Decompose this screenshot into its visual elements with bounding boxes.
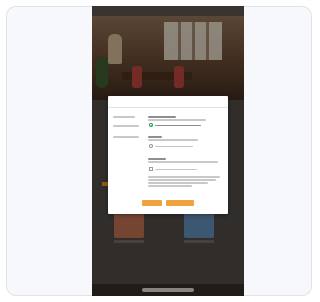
cancel-button[interactable] — [142, 200, 162, 206]
home-indicator[interactable] — [142, 288, 194, 292]
phone-screen — [92, 6, 244, 296]
option-description — [148, 119, 206, 121]
option-heading — [148, 158, 166, 160]
dialog-divider — [108, 107, 228, 108]
status-bar — [92, 6, 244, 16]
checkbox-option[interactable] — [149, 167, 153, 171]
radio-option[interactable] — [149, 144, 153, 148]
fine-print — [148, 176, 220, 178]
row-label-line — [113, 116, 135, 118]
option-description — [148, 161, 218, 163]
row-label-line — [113, 136, 139, 138]
fine-print — [148, 179, 216, 181]
option-description — [148, 139, 198, 141]
option-heading — [148, 116, 176, 118]
checkbox-option-label — [155, 168, 197, 170]
fine-print — [148, 185, 192, 187]
navigation-bar — [92, 284, 244, 296]
option-heading — [148, 136, 162, 138]
radio-option-label — [155, 145, 193, 147]
confirm-button[interactable] — [166, 200, 194, 206]
preferences-dialog — [108, 96, 228, 214]
row-label-line — [113, 125, 139, 127]
fine-print — [148, 182, 208, 184]
radio-option-label — [155, 124, 201, 126]
radio-option-selected[interactable] — [149, 123, 153, 127]
